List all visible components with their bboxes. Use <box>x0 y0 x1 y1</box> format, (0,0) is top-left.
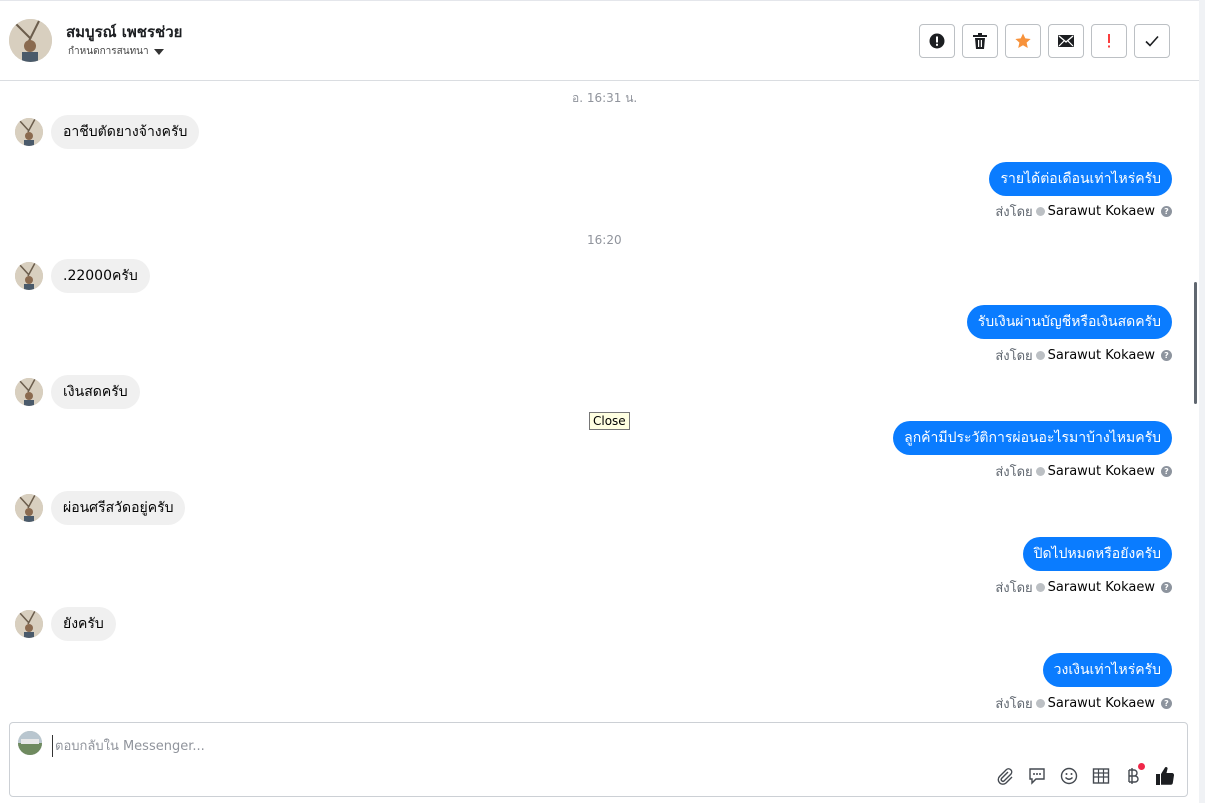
caret-down-icon <box>153 48 164 55</box>
composer-actions <box>995 763 1175 787</box>
sender-name: Sarawut Kokaew <box>1047 580 1155 595</box>
incoming-message: ผ่อนศรีสวัดอยู่ครับ <box>15 491 186 525</box>
conversation-header: สมบูรณ์ เพชรช่วย กำหนดการสนทนา <box>0 0 1199 81</box>
exclamation-circle-icon <box>929 33 945 49</box>
emoji-icon[interactable] <box>1059 765 1079 787</box>
contact-avatar-small[interactable] <box>15 378 43 406</box>
contact-name[interactable]: สมบูรณ์ เพชรช่วย <box>66 20 182 44</box>
contact-avatar[interactable] <box>9 19 52 62</box>
help-icon[interactable]: ? <box>1161 206 1172 217</box>
incoming-message: อาชีบตัดยางจ้างครับ <box>15 115 200 149</box>
sender-name: Sarawut Kokaew <box>1047 348 1155 363</box>
sent-by-info: ส่งโดย Sarawut Kokaew ? <box>995 693 1172 714</box>
timestamp: อ. 16:31 น. <box>572 91 638 105</box>
sent-by-info: ส่งโดย Sarawut Kokaew ? <box>995 577 1172 598</box>
contact-avatar-small[interactable] <box>15 262 43 290</box>
verified-icon <box>1035 351 1045 360</box>
envelope-icon <box>1058 35 1074 47</box>
sender-name: Sarawut Kokaew <box>1047 696 1155 711</box>
message-bubble[interactable]: .22000ครับ <box>51 259 150 293</box>
close-tooltip: Close <box>589 412 630 430</box>
table-icon[interactable] <box>1091 765 1111 787</box>
notification-dot <box>1138 763 1145 770</box>
help-icon[interactable]: ? <box>1161 582 1172 593</box>
incoming-message: .22000ครับ <box>15 259 150 293</box>
message-bubble[interactable]: อาชีบตัดยางจ้างครับ <box>51 115 200 149</box>
sent-by-label: ส่งโดย <box>995 581 1033 596</box>
reply-composer <box>9 722 1188 797</box>
incoming-message: เงินสดครับ <box>15 375 140 409</box>
help-icon[interactable]: ? <box>1161 466 1172 477</box>
sender-name: Sarawut Kokaew <box>1047 204 1155 219</box>
contact-avatar-small[interactable] <box>15 494 43 522</box>
verified-icon <box>1035 583 1045 592</box>
quick-reply-icon[interactable] <box>1027 765 1047 787</box>
exclamation-icon <box>1108 34 1110 48</box>
trash-icon <box>973 33 987 49</box>
incoming-message: ยังครับ <box>15 607 116 641</box>
message-bubble[interactable]: เงินสดครับ <box>51 375 140 409</box>
help-icon[interactable]: ? <box>1161 350 1172 361</box>
outgoing-message-bubble[interactable]: รายได้ต่อเดือนเท่าไหร่ครับ <box>989 162 1172 196</box>
outgoing-message-bubble[interactable]: วงเงินเท่าไหร่ครับ <box>1042 653 1172 687</box>
verified-icon <box>1035 207 1045 216</box>
verified-icon <box>1035 699 1045 708</box>
baht-payment-icon[interactable] <box>1123 763 1145 787</box>
scrollbar-track[interactable] <box>1199 0 1205 803</box>
sent-by-label: ส่งโดย <box>995 465 1033 480</box>
message-bubble[interactable]: ผ่อนศรีสวัดอยู่ครับ <box>51 491 186 525</box>
timestamp: 16:20 <box>587 233 622 247</box>
follow-up-button[interactable] <box>1091 24 1127 58</box>
message-bubble[interactable]: ยังครับ <box>51 607 116 641</box>
delete-button[interactable] <box>962 24 998 58</box>
report-spam-button[interactable] <box>919 24 955 58</box>
sent-by-info: ส่งโดย Sarawut Kokaew ? <box>995 461 1172 482</box>
paperclip-icon[interactable] <box>995 765 1015 787</box>
outgoing-message-bubble[interactable]: ลูกค้ามีประวัติการผ่อนอะไรมาบ้างไหมครับ <box>893 421 1172 455</box>
page-avatar <box>18 731 42 755</box>
contact-avatar-small[interactable] <box>15 118 43 146</box>
reply-input[interactable] <box>52 735 952 757</box>
outgoing-message-bubble[interactable]: รับเงินผ่านบัญชีหรือเงินสดครับ <box>966 305 1172 339</box>
assign-conversation-dropdown[interactable]: กำหนดการสนทนา <box>68 44 164 59</box>
contact-avatar-small[interactable] <box>15 610 43 638</box>
conversation-toolbar <box>919 24 1170 58</box>
verified-icon <box>1035 467 1045 476</box>
sent-by-info: ส่งโดย Sarawut Kokaew ? <box>995 345 1172 366</box>
sent-by-label: ส่งโดย <box>995 205 1033 220</box>
mark-unread-button[interactable] <box>1048 24 1084 58</box>
sent-by-label: ส่งโดย <box>995 697 1033 712</box>
help-icon[interactable]: ? <box>1161 698 1172 709</box>
scrollbar-thumb[interactable] <box>1194 282 1197 404</box>
like-icon[interactable] <box>1155 765 1175 787</box>
check-icon <box>1145 35 1159 47</box>
star-button[interactable] <box>1005 24 1041 58</box>
sent-by-label: ส่งโดย <box>995 349 1033 364</box>
mark-done-button[interactable] <box>1134 24 1170 58</box>
sender-name: Sarawut Kokaew <box>1047 464 1155 479</box>
assign-label: กำหนดการสนทนา <box>68 46 149 57</box>
sent-by-info: ส่งโดย Sarawut Kokaew ? <box>995 201 1172 222</box>
outgoing-message-bubble[interactable]: ปิดไปหมดหรือยังครับ <box>1022 537 1172 571</box>
star-icon <box>1015 33 1031 48</box>
